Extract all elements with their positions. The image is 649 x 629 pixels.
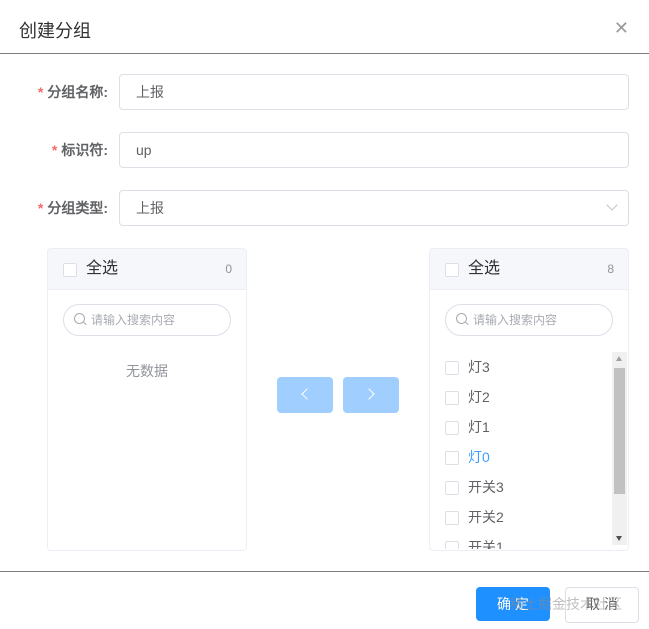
- dialog-header: 创建分组 ✕: [0, 0, 649, 54]
- required-mark: *: [51, 142, 58, 158]
- source-search-input[interactable]: 请输入搜索内容: [63, 304, 231, 336]
- item-label: 开关2: [468, 509, 504, 525]
- item-label: 灯3: [468, 359, 490, 375]
- target-list-scrollbar[interactable]: [612, 352, 627, 545]
- list-item[interactable]: 开关2: [430, 502, 611, 532]
- source-select-all-checkbox[interactable]: [63, 263, 77, 277]
- group-name-input[interactable]: 上报: [119, 74, 629, 110]
- chevron-right-icon: [363, 388, 375, 400]
- item-checkbox[interactable]: [445, 361, 459, 375]
- item-label: 开关1: [468, 539, 504, 549]
- item-checkbox[interactable]: [445, 481, 459, 495]
- item-checkbox[interactable]: [445, 451, 459, 465]
- target-search-input[interactable]: 请输入搜索内容: [445, 304, 613, 336]
- group-type-value: 上报: [136, 200, 164, 216]
- source-count: 0: [225, 262, 232, 276]
- source-empty-text: 无数据: [126, 363, 168, 379]
- source-select-all-label[interactable]: 全选: [86, 249, 118, 289]
- target-list: 灯3 灯2 灯1 灯0 开关3 开关2 开关1: [430, 349, 611, 549]
- cancel-button[interactable]: 取 消: [565, 587, 639, 623]
- group-type-label: * 分组类型:: [37, 200, 108, 216]
- close-icon[interactable]: ✕: [614, 18, 629, 38]
- list-item[interactable]: 灯3: [430, 352, 611, 382]
- item-label: 灯2: [468, 389, 490, 405]
- item-label: 灯0: [468, 449, 490, 465]
- identifier-value: up: [136, 142, 152, 158]
- search-icon: [74, 313, 85, 324]
- required-mark: *: [37, 84, 44, 100]
- form-row-group-type: * 分组类型: 上报: [0, 190, 649, 226]
- move-left-button[interactable]: [277, 377, 333, 413]
- target-panel-header: 全选 8: [430, 249, 628, 290]
- item-label: 开关3: [468, 479, 504, 495]
- identifier-label: * 标识符:: [51, 142, 108, 158]
- create-group-dialog: 创建分组 ✕ * 分组名称: 上报 * 标识符: up * 分组类型: 上报 全选 0…: [0, 0, 649, 629]
- list-item[interactable]: 开关1: [430, 532, 611, 549]
- scroll-down-arrow-icon[interactable]: [616, 536, 622, 541]
- chevron-down-icon: [606, 199, 618, 211]
- target-count: 8: [607, 262, 614, 276]
- target-search-placeholder: 请输入搜索内容: [473, 313, 558, 327]
- list-item[interactable]: 开关3: [430, 472, 611, 502]
- form-row-group-name: * 分组名称: 上报: [0, 74, 649, 110]
- required-mark: *: [37, 200, 44, 216]
- group-type-select[interactable]: 上报: [119, 190, 629, 226]
- list-item[interactable]: 灯0: [430, 442, 611, 472]
- footer-divider: [0, 571, 649, 572]
- scrollbar-thumb[interactable]: [614, 368, 625, 494]
- item-checkbox[interactable]: [445, 391, 459, 405]
- transfer-target-panel: 全选 8 请输入搜索内容 灯3 灯2 灯1 灯0 开关3 开关2 开关1: [429, 248, 629, 551]
- target-select-all-checkbox[interactable]: [445, 263, 459, 277]
- chevron-left-icon: [301, 388, 313, 400]
- source-search-placeholder: 请输入搜索内容: [91, 313, 176, 327]
- scroll-up-arrow-icon[interactable]: [616, 356, 622, 361]
- search-icon: [456, 313, 467, 324]
- transfer-source-panel: 全选 0 请输入搜索内容 无数据: [47, 248, 247, 551]
- confirm-button[interactable]: 确 定: [476, 587, 550, 621]
- form-row-identifier: * 标识符: up: [0, 132, 649, 168]
- dialog-title: 创建分组: [19, 21, 91, 41]
- item-checkbox[interactable]: [445, 511, 459, 525]
- item-checkbox[interactable]: [445, 541, 459, 549]
- item-label: 灯1: [468, 419, 490, 435]
- move-right-button[interactable]: [343, 377, 399, 413]
- group-name-value: 上报: [136, 84, 164, 100]
- target-select-all-label[interactable]: 全选: [468, 249, 500, 289]
- list-item[interactable]: 灯2: [430, 382, 611, 412]
- list-item[interactable]: 灯1: [430, 412, 611, 442]
- identifier-input[interactable]: up: [119, 132, 629, 168]
- group-name-label: * 分组名称:: [37, 84, 108, 100]
- source-panel-header: 全选 0: [48, 249, 246, 290]
- item-checkbox[interactable]: [445, 421, 459, 435]
